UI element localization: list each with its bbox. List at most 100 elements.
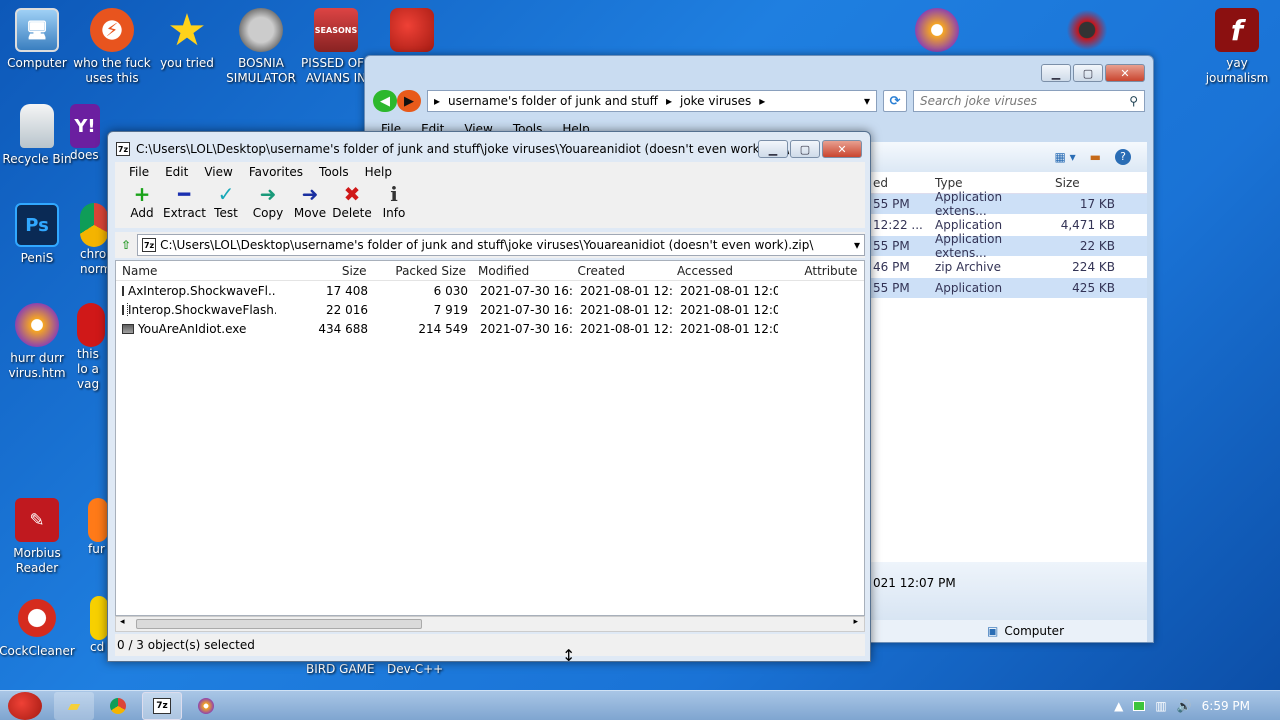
minimize-button[interactable]: ▁	[1041, 64, 1071, 82]
desktop-icon-penis[interactable]: Ps PeniS	[0, 203, 79, 266]
volume-icon[interactable]: 🔊	[1177, 699, 1192, 713]
move-button[interactable]: ➜ Move	[289, 182, 331, 228]
path-text: C:\Users\LOL\Desktop\username's folder o…	[160, 238, 814, 252]
folder-up-icon[interactable]: ⇧	[121, 238, 131, 252]
maximize-button[interactable]: ▢	[1073, 64, 1103, 82]
table-row[interactable]: AxInterop.ShockwaveFl... 17 408 6 030 20…	[116, 281, 864, 300]
scrollbar-thumb[interactable]	[136, 619, 422, 629]
desktop-icon-chrome[interactable]: chro norm	[80, 203, 112, 277]
table-row[interactable]: 46 PM zip Archive 224 KB	[871, 257, 1147, 278]
column-name[interactable]: Name	[116, 264, 275, 278]
desktop-icon-browser[interactable]	[895, 8, 979, 56]
table-row[interactable]: 55 PM Application extens... 22 KB	[871, 232, 1147, 260]
7zip-icon: 7z	[116, 142, 130, 156]
view-options-icon[interactable]: ▦ ▾	[1054, 150, 1075, 164]
taskbar-explorer[interactable]: ▰	[54, 691, 94, 720]
desktop-icon-cockcleaner[interactable]: CockCleaner	[0, 596, 79, 659]
icon-label: chro norm	[80, 247, 112, 276]
desktop-icon-who-uses[interactable]: ⚡ who the fuck uses this	[70, 8, 154, 86]
add-button[interactable]: + Add	[121, 182, 163, 228]
start-button[interactable]	[0, 691, 50, 720]
taskbar-browser[interactable]	[186, 692, 226, 720]
column-date-modified[interactable]: ed	[871, 176, 929, 190]
preview-pane-icon[interactable]: ▬	[1090, 150, 1101, 164]
chevron-down-icon[interactable]: ▾	[854, 238, 860, 252]
chevron-down-icon[interactable]: ▾	[864, 94, 870, 108]
info-button[interactable]: i Info	[373, 182, 415, 228]
column-type[interactable]: Type	[929, 176, 1049, 190]
menu-view[interactable]: View	[196, 165, 240, 179]
desktop-icon-you-tried[interactable]: ★ you tried	[145, 8, 229, 71]
taskbar-7zip[interactable]: 7z	[142, 691, 182, 720]
column-accessed[interactable]: Accessed	[669, 264, 774, 278]
column-modified[interactable]: Modified	[470, 264, 569, 278]
column-packed-size[interactable]: Packed Size	[371, 264, 470, 278]
desktop-icon-this-lo[interactable]: this lo a vag	[77, 303, 110, 392]
cell-size: 17 408	[326, 283, 368, 298]
close-button[interactable]: ✕	[1105, 64, 1145, 82]
cell-packed: 6 030	[433, 283, 468, 298]
scroll-left-icon[interactable]: ◂	[120, 617, 125, 627]
network-icon[interactable]: ▥	[1155, 699, 1166, 713]
desktop-label-devcpp[interactable]: Dev-C++	[387, 662, 443, 676]
breadcrumb-item[interactable]: joke viruses	[680, 94, 751, 108]
7zip-toolbar: + Add ━ Extract ✓ Test ➜ Copy ➜ Move ✖ Delete …	[115, 182, 865, 228]
desktop-icon-bosnia[interactable]: BOSNIA SIMULATOR	[219, 8, 303, 86]
icon-label: PeniS	[20, 251, 54, 265]
desktop-icon-angry-bird[interactable]	[370, 8, 454, 56]
copy-button[interactable]: ➜ Copy	[247, 182, 289, 228]
maximize-button[interactable]: ▢	[790, 140, 820, 158]
menu-tools[interactable]: Tools	[311, 165, 357, 179]
desktop-icon-morbius[interactable]: ✎ Morbius Reader	[0, 498, 79, 576]
extract-button[interactable]: ━ Extract	[163, 182, 206, 228]
horizontal-scrollbar[interactable]: ◂ ▸	[115, 616, 865, 632]
desktop-label-bird-game[interactable]: BIRD GAME	[306, 662, 375, 676]
icon-label: who the fuck uses this	[73, 56, 151, 85]
taskbar-chrome[interactable]	[98, 692, 138, 720]
battery-icon[interactable]	[1133, 701, 1146, 711]
test-button[interactable]: ✓ Test	[205, 182, 247, 228]
menu-help[interactable]: Help	[357, 165, 400, 179]
explorer-address-bar[interactable]: ▸ username's folder of junk and stuff ▸ …	[427, 90, 877, 112]
column-size[interactable]: Size	[275, 264, 370, 278]
button-label: Delete	[332, 206, 372, 220]
desktop-icon-yay-journalism[interactable]: f yay journalism	[1195, 8, 1279, 86]
breadcrumb-item[interactable]: username's folder of junk and stuff	[448, 94, 658, 108]
7zip-file-list: Name Size Packed Size Modified Created A…	[115, 260, 865, 616]
desktop-icon-computer[interactable]: 🖥 Computer	[0, 8, 79, 71]
table-row[interactable]: 55 PM Application 425 KB	[871, 278, 1147, 299]
explorer-search-input[interactable]: Search joke viruses ⚲	[913, 90, 1145, 112]
cell-accessed: 2021-08-01 12:08	[680, 321, 778, 336]
desktop-icon-hurr-durr[interactable]: hurr durr virus.htm	[0, 303, 79, 381]
7zip-path-input[interactable]: 7z C:\Users\LOL\Desktop\username's folde…	[137, 234, 865, 256]
column-attributes[interactable]: Attribute	[774, 264, 864, 278]
desktop-icon-recycle-bin[interactable]: Recycle Bin	[0, 104, 79, 167]
menu-favorites[interactable]: Favorites	[241, 165, 311, 179]
clock[interactable]: 6:59 PM	[1202, 699, 1250, 713]
desktop-icon-does[interactable]: Y! does	[70, 104, 110, 163]
scroll-right-icon[interactable]: ▸	[853, 617, 858, 627]
desktop-icon-game[interactable]	[1045, 8, 1129, 56]
tray-expand-icon[interactable]: ▲	[1114, 699, 1123, 713]
menu-edit[interactable]: Edit	[157, 165, 196, 179]
menu-file[interactable]: File	[121, 165, 157, 179]
table-row[interactable]: 55 PM Application extens... 17 KB	[871, 190, 1147, 218]
minimize-button[interactable]: ▁	[758, 140, 788, 158]
column-created[interactable]: Created	[569, 264, 668, 278]
refresh-icon[interactable]: ⟳	[883, 90, 907, 112]
close-button[interactable]: ✕	[822, 140, 862, 158]
forward-arrow-icon[interactable]: ▶	[397, 90, 421, 112]
table-row[interactable]: YouAreAnIdiot.exe 434 688 214 549 2021-0…	[116, 319, 864, 338]
column-size[interactable]: Size	[1049, 176, 1119, 190]
gear-ball-icon	[239, 8, 283, 52]
file-icon	[122, 323, 134, 334]
table-row[interactable]: Interop.ShockwaveFlash... 22 016 7 919 2…	[116, 300, 864, 319]
help-icon[interactable]: ?	[1115, 149, 1131, 165]
file-icon	[122, 285, 124, 296]
back-arrow-icon[interactable]: ◀	[373, 90, 397, 112]
delete-button[interactable]: ✖ Delete	[331, 182, 373, 228]
7zip-address-bar: ⇧ 7z C:\Users\LOL\Desktop\username's fol…	[115, 232, 865, 258]
system-tray: ▲ ▥ 🔊 6:59 PM	[1114, 691, 1280, 720]
7zip-window[interactable]: 7z C:\Users\LOL\Desktop\username's folde…	[107, 131, 871, 662]
angry-bird-icon	[390, 8, 434, 52]
